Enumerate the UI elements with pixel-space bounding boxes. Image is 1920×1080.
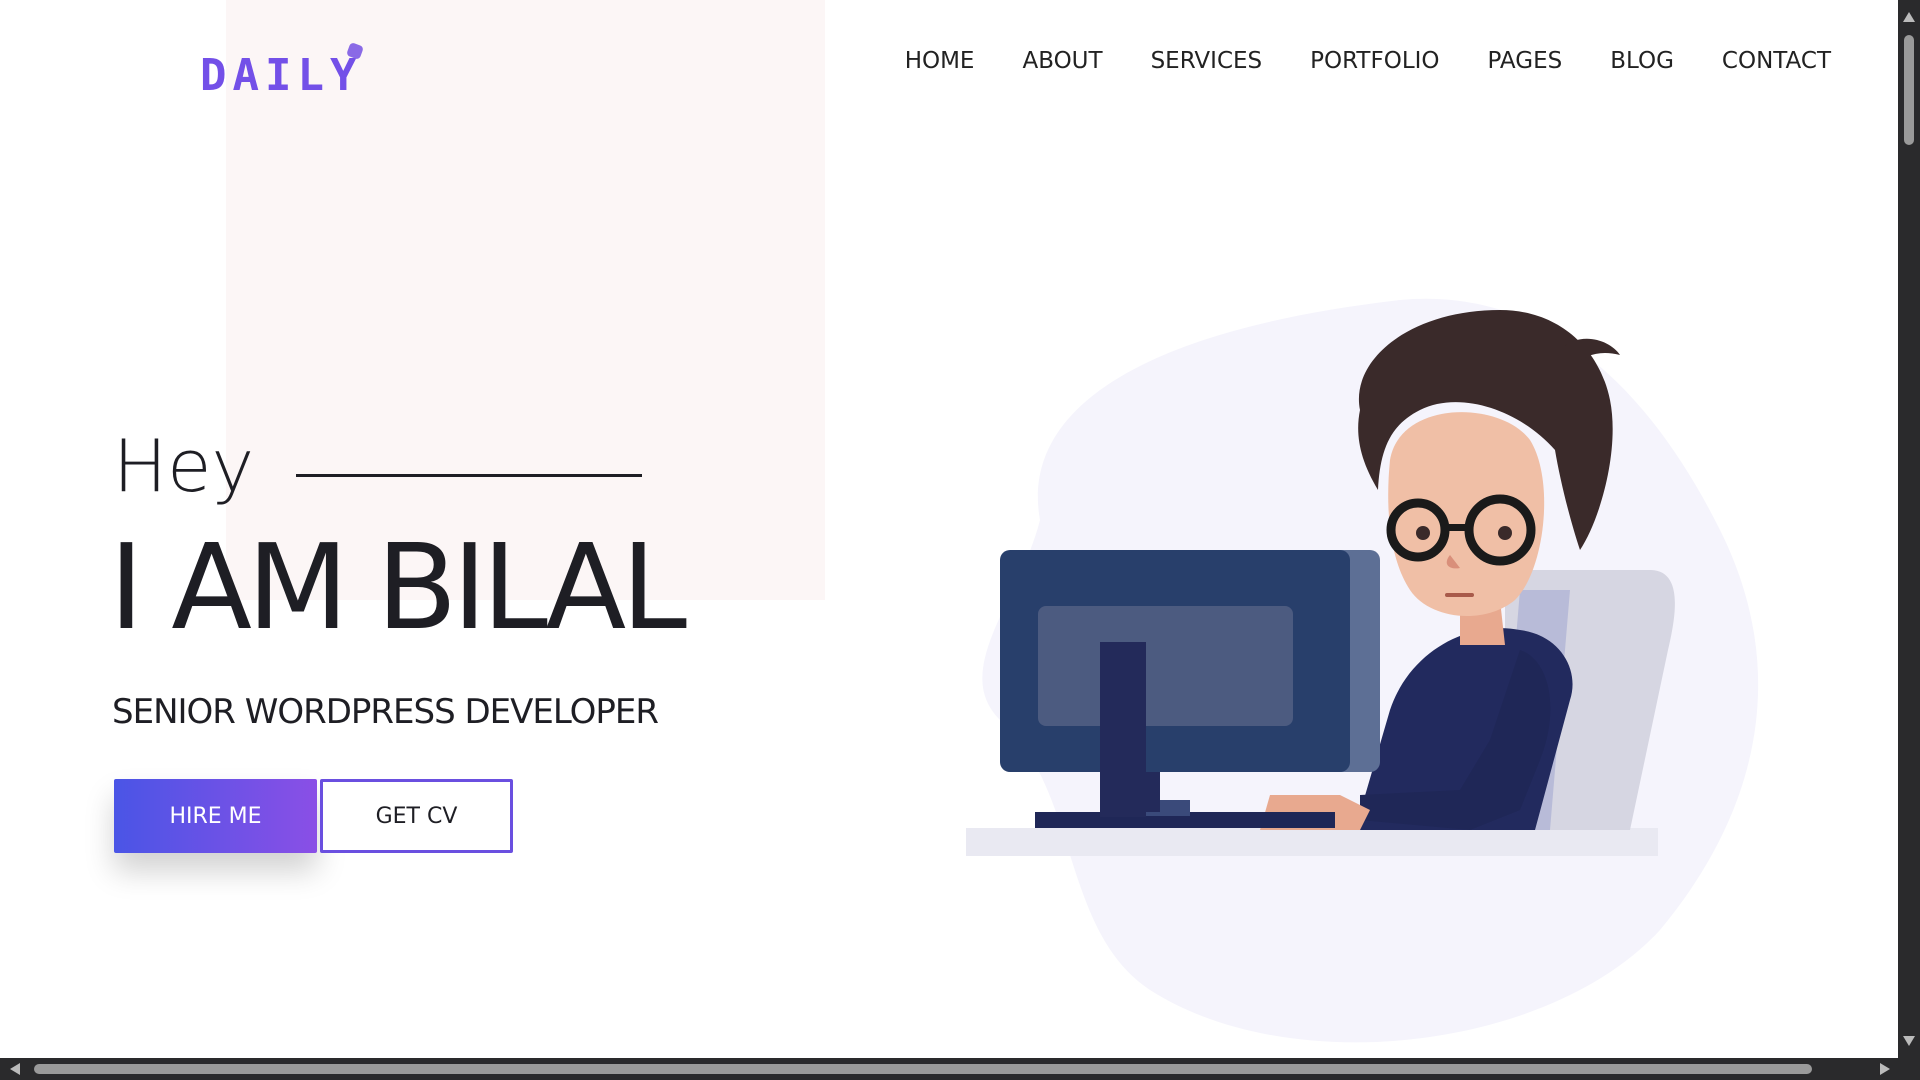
- monitor-stand-front: [1100, 642, 1146, 817]
- main-navigation: HOME ABOUT SERVICES PORTFOLIO PAGES BLOG…: [857, 48, 1831, 74]
- nav-item-services[interactable]: SERVICES: [1151, 48, 1263, 74]
- scrollbar-corner: [1898, 1058, 1920, 1080]
- nav-item-about[interactable]: ABOUT: [1022, 48, 1102, 74]
- greeting-divider-line: [296, 473, 643, 477]
- hero-actions: HIRE ME GET CV: [114, 779, 513, 853]
- vertical-scrollbar[interactable]: [1898, 0, 1920, 1058]
- glasses-bridge: [1444, 524, 1470, 531]
- logo-text: DAILY: [200, 50, 363, 101]
- vertical-scroll-thumb[interactable]: [1904, 35, 1914, 145]
- get-cv-button[interactable]: GET CV: [320, 779, 513, 853]
- developer-at-computer-illustration: [966, 298, 1759, 1043]
- nav-item-home[interactable]: HOME: [905, 48, 975, 74]
- nav-item-contact[interactable]: CONTACT: [1722, 48, 1831, 74]
- screen-window: [1038, 606, 1293, 726]
- nav-item-blog[interactable]: BLOG: [1610, 48, 1674, 74]
- nav-item-pages[interactable]: PAGES: [1488, 48, 1563, 74]
- nav-item-portfolio[interactable]: PORTFOLIO: [1310, 48, 1439, 74]
- scroll-down-icon[interactable]: [1903, 1036, 1915, 1046]
- eye-left: [1416, 526, 1430, 540]
- greeting-row: Hey: [113, 424, 643, 508]
- hero-greeting: Hey: [113, 424, 255, 508]
- scroll-up-icon[interactable]: [1903, 12, 1915, 22]
- desk: [966, 828, 1658, 856]
- site-logo[interactable]: DAILY: [200, 42, 370, 101]
- hire-me-button[interactable]: HIRE ME: [114, 779, 317, 853]
- horizontal-scroll-thumb[interactable]: [34, 1064, 1812, 1074]
- hero-subtitle: SENIOR WORDPRESS DEVELOPER: [112, 692, 659, 732]
- horizontal-scrollbar[interactable]: [0, 1058, 1920, 1080]
- scroll-left-icon[interactable]: [10, 1063, 20, 1075]
- eye-right: [1498, 526, 1512, 540]
- scroll-right-icon[interactable]: [1880, 1063, 1890, 1075]
- face: [1388, 412, 1545, 617]
- hero-title: I AM BILAL: [109, 518, 687, 656]
